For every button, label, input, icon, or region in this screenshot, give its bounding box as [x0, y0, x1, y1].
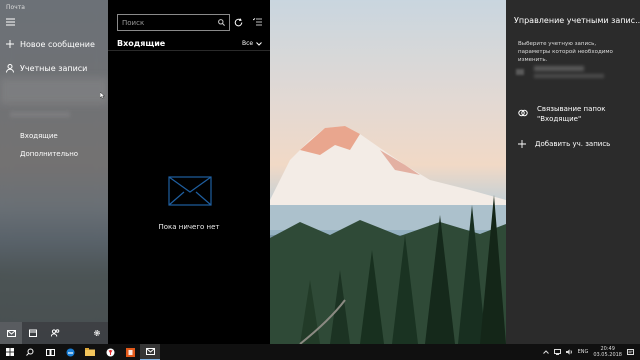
folder-icon: [85, 348, 95, 356]
edge-icon: [66, 348, 74, 356]
nav-bottom-bar: [0, 322, 108, 344]
empty-mail-icon: [168, 176, 212, 206]
explorer-taskbar-icon[interactable]: [80, 344, 100, 360]
clock[interactable]: 20:49 03.05.2018: [593, 346, 622, 358]
sync-button[interactable]: [232, 16, 244, 28]
settings-button[interactable]: [86, 322, 108, 344]
folder-inbox[interactable]: Входящие: [0, 130, 108, 142]
notifications-icon[interactable]: [627, 348, 634, 356]
selection-mode-button[interactable]: [251, 16, 263, 28]
taskbar: ENG 20:49 03.05.2018: [0, 344, 640, 360]
add-account-label: Добавить уч. запись: [535, 140, 611, 148]
window-title: Почта: [6, 3, 25, 11]
divider: [108, 50, 270, 51]
calendar-icon: [29, 329, 37, 337]
folder-more[interactable]: Дополнительно: [0, 148, 108, 160]
add-account-button[interactable]: Добавить уч. запись: [518, 138, 638, 150]
folder-title: Входящие: [117, 39, 166, 48]
task-view-button[interactable]: [40, 344, 60, 360]
accounts-label: Учетные записи: [20, 63, 88, 73]
new-message-label: Новое сообщение: [20, 39, 95, 49]
plus-icon: [518, 140, 526, 148]
mail-app-window: Почта Новое сообщение Учетные записи Вхо…: [0, 0, 640, 360]
sync-icon: [234, 17, 242, 26]
select-list-icon: [252, 18, 262, 26]
language-indicator[interactable]: ENG: [578, 349, 589, 355]
link-inboxes-button[interactable]: Связывание папок "Входящие": [518, 104, 638, 126]
panel-title: Управление учетными запис...: [514, 16, 640, 25]
mail-switch-button[interactable]: [0, 322, 22, 344]
office-icon: [125, 347, 135, 357]
link-icon: [518, 109, 528, 117]
mouse-cursor-icon: [100, 92, 105, 99]
navigation-pane: Почта Новое сообщение Учетные записи Вхо…: [0, 0, 108, 344]
calendar-switch-button[interactable]: [22, 322, 44, 344]
mail-icon: [145, 348, 155, 355]
network-icon[interactable]: [553, 349, 561, 355]
link-inboxes-label: Связывание папок "Входящие": [537, 105, 606, 123]
mail-taskbar-icon[interactable]: [140, 344, 160, 360]
volume-icon[interactable]: [565, 349, 573, 355]
plus-icon: [6, 40, 14, 48]
search-icon: [26, 348, 34, 356]
message-list-pane: Поиск Входящие Все Пока ничего нет: [108, 0, 270, 344]
hamburger-icon: [6, 18, 15, 26]
filter-label: Все: [242, 40, 254, 47]
windows-logo-icon: [6, 348, 14, 356]
search-taskbar-button[interactable]: [20, 344, 40, 360]
search-input[interactable]: Поиск: [117, 14, 230, 31]
panel-description: Выберите учетную запись, параметры котор…: [518, 41, 613, 63]
account-entry-blurred[interactable]: [516, 64, 616, 82]
account-email-blurred: [10, 112, 70, 117]
yandex-browser-icon: [106, 348, 114, 356]
folder-label: Входящие: [20, 132, 58, 140]
new-message-button[interactable]: Новое сообщение: [0, 36, 108, 52]
hamburger-menu-button[interactable]: [0, 14, 108, 30]
search-placeholder: Поиск: [122, 18, 145, 27]
manage-accounts-panel: Управление учетными запис... Выберите уч…: [506, 0, 640, 344]
filter-dropdown[interactable]: Все: [242, 40, 262, 47]
edge-taskbar-icon[interactable]: [60, 344, 80, 360]
people-icon: [50, 329, 59, 337]
chevron-up-icon[interactable]: [542, 350, 549, 354]
search-icon: [218, 19, 225, 26]
gear-icon: [94, 330, 100, 336]
yandex-taskbar-icon[interactable]: [100, 344, 120, 360]
office-taskbar-icon[interactable]: [120, 344, 140, 360]
start-button[interactable]: [0, 344, 20, 360]
clock-date: 03.05.2018: [593, 352, 622, 358]
system-tray: ENG 20:49 03.05.2018: [542, 344, 634, 360]
folder-label: Дополнительно: [20, 150, 79, 158]
account-entry-blurred[interactable]: [0, 78, 108, 104]
mail-icon: [6, 329, 16, 337]
person-icon: [6, 63, 14, 73]
task-view-icon: [45, 348, 55, 356]
chevron-down-icon: [256, 41, 262, 46]
accounts-button[interactable]: Учетные записи: [0, 60, 108, 76]
empty-state-text: Пока ничего нет: [158, 223, 220, 231]
people-switch-button[interactable]: [44, 322, 66, 344]
